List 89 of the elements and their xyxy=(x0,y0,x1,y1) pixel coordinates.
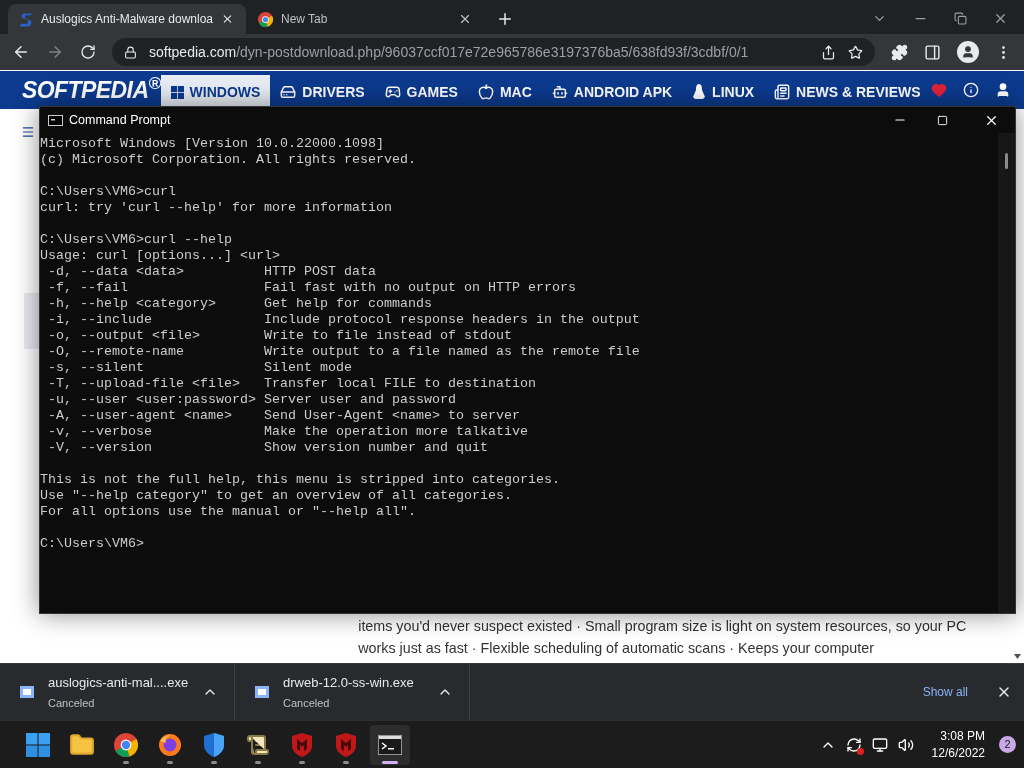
site-favicon-icon xyxy=(20,11,33,27)
console-line: Usage: curl [options...] <url> xyxy=(40,248,280,264)
file-icon xyxy=(20,686,34,698)
scroll-icon xyxy=(246,732,270,757)
side-panel-icon[interactable] xyxy=(924,43,941,61)
console-line: -i, --include Include protocol response headers in the output xyxy=(47,312,640,328)
url-text: softpedia.com/dyn-postdownload.php/96037ccf017e72e965786e3197376ba5/638fd93f/3cdbf/0/1 xyxy=(149,42,750,62)
profile-avatar[interactable] xyxy=(957,41,979,63)
drive-icon xyxy=(280,84,297,100)
console-line: For all options use the manual or "--help all". xyxy=(40,504,416,520)
address-field[interactable]: softpedia.com/dyn-postdownload.php/96037ccf017e72e965786e3197376ba5/638fd93f/3cdbf/0/1 xyxy=(112,38,875,66)
site-nav-item[interactable]: DRIVERS xyxy=(270,75,375,109)
taskbar-app[interactable] xyxy=(370,724,410,765)
site-logo[interactable]: SOFTPEDIA$^{®}$ xyxy=(22,72,161,108)
console-line: Use "--help category" to get an overview of all categories. xyxy=(40,488,512,504)
download-status: Canceled xyxy=(48,696,96,711)
console-icon xyxy=(48,114,63,126)
window-title: Command Prompt xyxy=(69,111,171,129)
apple-icon xyxy=(477,84,494,100)
console-line: -s, --silent Silent mode xyxy=(47,360,352,376)
lock-icon xyxy=(124,45,137,59)
shield-m-icon xyxy=(335,732,357,757)
file-icon xyxy=(255,686,269,698)
show-all-link[interactable]: Show all xyxy=(922,683,968,701)
reload-icon[interactable] xyxy=(80,44,96,60)
network-icon[interactable] xyxy=(871,736,888,753)
browser-tab[interactable]: Auslogics Anti-Malware downloa xyxy=(8,4,246,34)
console-line: -A, --user-agent <name> Send User-Agent <name> to server xyxy=(47,408,520,424)
console-line: -o, --output <file> Write to file instead of stdout xyxy=(47,328,512,344)
gamepad-icon xyxy=(384,84,401,100)
console-line: -d, --data <data> HTTP POST data xyxy=(47,264,376,280)
scroll-down-icon[interactable] xyxy=(1013,654,1021,659)
maximize-icon[interactable] xyxy=(937,114,948,126)
description-text: items you'd never suspect existed · Small program size is light on system resources, so your PC works just as fast · Flexible scheduling of automatic scans · Keeps your computer xyxy=(358,617,968,658)
site-nav-item[interactable]: LINUX xyxy=(682,75,765,109)
close-icon[interactable] xyxy=(993,11,1008,26)
console-line: This is not the full help, this menu is stripped into categories. xyxy=(40,472,560,488)
site-nav-item[interactable]: GAMES xyxy=(374,75,468,109)
firefox-icon xyxy=(158,732,182,757)
folder-icon xyxy=(69,731,95,758)
console-line: -T, --upload-file <file> Transfer local FILE to destination xyxy=(47,376,536,392)
start-icon xyxy=(26,732,50,757)
console-line: C:\Users\VM6>curl xyxy=(40,184,176,200)
console-line: -h, --help <category> Get help for commands xyxy=(47,296,432,312)
console-line: curl: try 'curl --help' for more information xyxy=(40,200,392,216)
site-nav-item[interactable]: MAC xyxy=(467,75,542,109)
windows-logo-icon xyxy=(170,85,184,99)
bookmark-star-icon[interactable] xyxy=(848,44,863,60)
download-filename: auslogics-anti-mal....exe xyxy=(48,673,190,692)
close-tab-icon[interactable] xyxy=(221,12,234,26)
console-line: -v, --verbose Make the operation more talkative xyxy=(47,424,528,440)
shield-m-icon xyxy=(291,732,313,757)
chrome-logo-icon xyxy=(114,732,138,757)
newspaper-icon xyxy=(774,84,791,100)
browser-tab[interactable]: New Tab xyxy=(246,4,484,34)
tab-title: New Tab xyxy=(281,11,329,28)
download-status: Canceled xyxy=(283,696,331,711)
console-line: Microsoft Windows [Version 10.0.22000.1098] xyxy=(40,136,384,152)
terminal-icon xyxy=(378,734,402,755)
back-icon[interactable] xyxy=(12,43,30,61)
clock[interactable]: 3:08 PM 12/6/2022 xyxy=(931,727,985,762)
hamburger-icon[interactable] xyxy=(21,125,35,139)
share-icon[interactable] xyxy=(821,44,836,60)
site-nav-item[interactable]: NEWS & REVIEWS xyxy=(764,75,931,109)
tab-title: Auslogics Anti-Malware downloa xyxy=(40,11,214,28)
console-line: (c) Microsoft Corporation. All rights reserved. xyxy=(40,152,416,168)
console-line: C:\Users\VM6> xyxy=(40,536,144,552)
console-line: -O, --remote-name Write output to a file named as the remote file xyxy=(47,344,640,360)
console-scrollbar[interactable] xyxy=(998,133,1015,613)
penguin-icon xyxy=(692,84,707,100)
download-filename: drweb-12.0-ss-win.exe xyxy=(283,673,415,692)
site-nav-item[interactable]: ANDROID APK xyxy=(541,75,683,109)
robot-icon xyxy=(551,84,568,100)
shield-icon xyxy=(202,731,226,758)
new-tab-icon[interactable] xyxy=(496,10,514,28)
volume-icon[interactable] xyxy=(897,736,914,753)
console-line: -u, --user <user:password> Server user and password xyxy=(47,392,456,408)
chrome-logo-icon xyxy=(258,11,273,27)
sync-alert-icon[interactable] xyxy=(845,736,862,753)
extensions-icon[interactable] xyxy=(891,43,908,61)
notification-badge[interactable]: 2 xyxy=(999,736,1016,753)
forward-icon[interactable] xyxy=(46,43,64,61)
console-line: -f, --fail Fail fast with no output on HTTP errors xyxy=(47,280,576,296)
close-tab-icon[interactable] xyxy=(458,12,472,26)
site-nav-item[interactable]: WINDOWS xyxy=(160,75,271,109)
restore-icon[interactable] xyxy=(954,12,967,25)
console-line: C:\Users\VM6>curl --help xyxy=(40,232,232,248)
console-line: -V, --version Show version number and quit xyxy=(47,440,488,456)
info-icon[interactable] xyxy=(962,82,979,98)
